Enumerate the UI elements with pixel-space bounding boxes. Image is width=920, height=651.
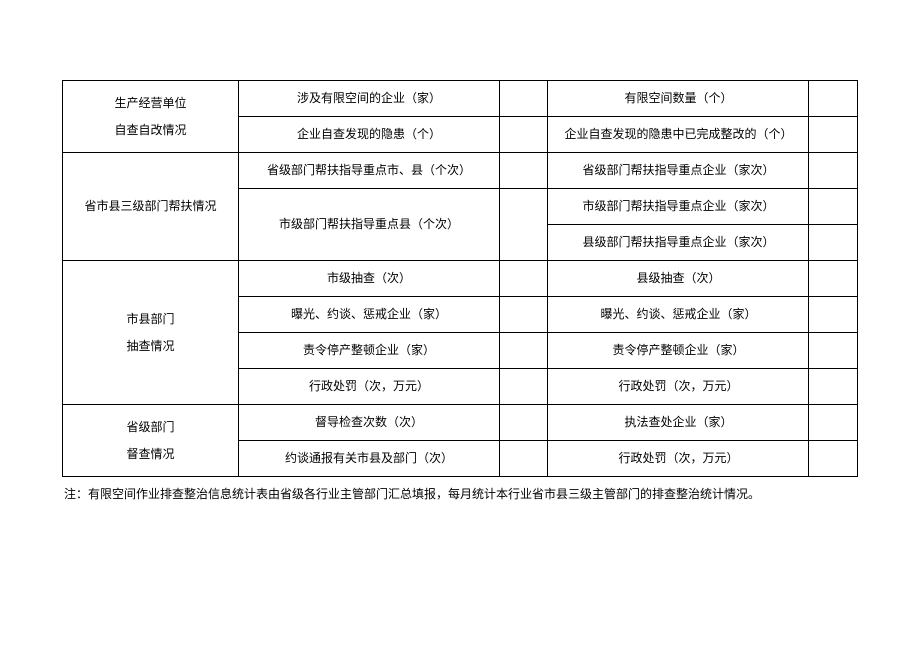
category-cell: 市县部门 抽查情况: [63, 261, 239, 405]
value-cell: [809, 369, 858, 405]
label-cell: 县级部门帮扶指导重点企业（家次）: [548, 225, 809, 261]
value-cell: [499, 153, 548, 189]
value-cell: [499, 261, 548, 297]
label-cell: 市级抽查（次）: [238, 261, 499, 297]
label-cell: 责令停产整顿企业（家）: [548, 333, 809, 369]
footnote: 注：有限空间作业排查整治信息统计表由省级各行业主管部门汇总填报，每月统计本行业省…: [62, 485, 858, 504]
label-cell: 市级部门帮扶指导重点县（个次）: [238, 189, 499, 261]
label-cell: 有限空间数量（个）: [548, 81, 809, 117]
statistics-table: 生产经营单位 自查自改情况 涉及有限空间的企业（家） 有限空间数量（个） 企业自…: [62, 80, 858, 477]
value-cell: [499, 333, 548, 369]
table-row: 省级部门 督查情况 督导检查次数（次） 执法查处企业（家）: [63, 405, 858, 441]
label-cell: 责令停产整顿企业（家）: [238, 333, 499, 369]
label-cell: 企业自查发现的隐患（个）: [238, 117, 499, 153]
label-cell: 督导检查次数（次）: [238, 405, 499, 441]
label-cell: 市级部门帮扶指导重点企业（家次）: [548, 189, 809, 225]
value-cell: [499, 117, 548, 153]
category-cell: 省级部门 督查情况: [63, 405, 239, 477]
value-cell: [499, 81, 548, 117]
label-cell: 企业自查发现的隐患中已完成整改的（个）: [548, 117, 809, 153]
label-cell: 涉及有限空间的企业（家）: [238, 81, 499, 117]
value-cell: [499, 441, 548, 477]
label-cell: 曝光、约谈、惩戒企业（家）: [238, 297, 499, 333]
table-row: 省市县三级部门帮扶情况 省级部门帮扶指导重点市、县（个次） 省级部门帮扶指导重点…: [63, 153, 858, 189]
value-cell: [809, 297, 858, 333]
value-cell: [809, 117, 858, 153]
value-cell: [809, 189, 858, 225]
value-cell: [809, 225, 858, 261]
value-cell: [809, 153, 858, 189]
value-cell: [499, 405, 548, 441]
value-cell: [499, 369, 548, 405]
label-cell: 行政处罚（次，万元）: [548, 441, 809, 477]
table-row: 市县部门 抽查情况 市级抽查（次） 县级抽查（次）: [63, 261, 858, 297]
value-cell: [809, 405, 858, 441]
label-cell: 约谈通报有关市县及部门（次）: [238, 441, 499, 477]
label-cell: 执法查处企业（家）: [548, 405, 809, 441]
value-cell: [809, 441, 858, 477]
value-cell: [809, 261, 858, 297]
label-cell: 行政处罚（次，万元）: [238, 369, 499, 405]
value-cell: [809, 81, 858, 117]
label-cell: 省级部门帮扶指导重点市、县（个次）: [238, 153, 499, 189]
label-cell: 行政处罚（次，万元）: [548, 369, 809, 405]
value-cell: [499, 189, 548, 261]
category-cell: 省市县三级部门帮扶情况: [63, 153, 239, 261]
label-cell: 县级抽查（次）: [548, 261, 809, 297]
table-row: 生产经营单位 自查自改情况 涉及有限空间的企业（家） 有限空间数量（个）: [63, 81, 858, 117]
label-cell: 省级部门帮扶指导重点企业（家次）: [548, 153, 809, 189]
label-cell: 曝光、约谈、惩戒企业（家）: [548, 297, 809, 333]
value-cell: [809, 333, 858, 369]
category-cell: 生产经营单位 自查自改情况: [63, 81, 239, 153]
value-cell: [499, 297, 548, 333]
